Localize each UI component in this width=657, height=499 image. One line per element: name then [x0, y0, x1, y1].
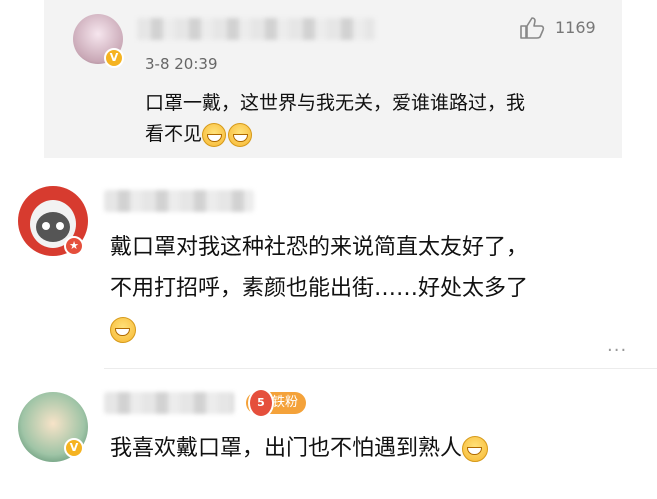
comment-text-line-2: 不用打招呼，素颜也能出街……好处太多了 [110, 276, 529, 301]
comment-text: 我喜欢戴口罩，出门也不怕遇到熟人 [110, 432, 490, 466]
comment-text: 口罩一戴，这世界与我无关，爱谁谁路过，我 看不见 [145, 88, 525, 150]
comment-text-line: 口罩一戴，这世界与我无关，爱谁谁路过，我 [145, 92, 526, 114]
verified-v-icon: V [104, 48, 124, 68]
laughing-emoji-icon [110, 317, 136, 343]
divider [104, 368, 657, 369]
fan-badge: 5 铁粉 [246, 388, 307, 418]
grin-emoji-icon [228, 122, 253, 147]
grin-emoji-icon [462, 436, 489, 462]
username-blurred[interactable] [137, 18, 375, 40]
thumbs-up-icon[interactable] [519, 16, 545, 40]
crown-level-icon: 5 [248, 388, 274, 418]
more-dots-icon[interactable]: ··· [607, 342, 627, 360]
grin-emoji-icon [202, 122, 227, 147]
username-blurred[interactable] [104, 392, 234, 414]
comment-time: 3-8 20:39 [145, 55, 218, 73]
comment-text-line: 戴口罩对我这种社恐的来说简直太友好了， [110, 235, 529, 260]
fan-badge-label: 铁粉 [272, 395, 299, 410]
comment-text: 戴口罩对我这种社恐的来说简直太友好了， 不用打招呼，素颜也能出街……好处太多了 [110, 227, 528, 350]
verified-v-icon: V [64, 438, 84, 458]
comment-text-line-2: 看不见 [145, 119, 525, 150]
star-badge-icon: ★ [64, 236, 84, 256]
like-count: 1169 [555, 18, 596, 37]
username-blurred[interactable] [104, 190, 254, 212]
